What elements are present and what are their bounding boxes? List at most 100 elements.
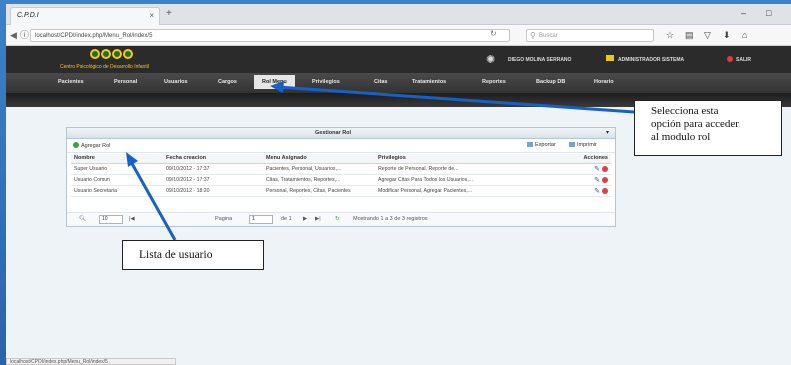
cell-nombre: Usuario Secretaria xyxy=(71,185,163,197)
cell-acciones: ✎ xyxy=(535,185,611,197)
back-arrow-icon[interactable]: ◀ xyxy=(10,29,17,41)
column-header-privilegios[interactable]: Privilegios xyxy=(375,154,535,164)
table-row[interactable]: Super Usuario 09/10/2012 - 17:37 Pacient… xyxy=(71,163,611,175)
menu-item-personal[interactable]: Personal xyxy=(114,79,137,85)
tab-title: C.P.D.I xyxy=(17,12,39,19)
add-role-label: Agregar Rol xyxy=(81,143,111,149)
callout-user-list: Lista de usuario xyxy=(122,240,264,270)
user-name-link[interactable]: DIEGO MOLINA SERRANO xyxy=(508,57,571,63)
search-input[interactable]: ⚲ Buscar xyxy=(526,29,654,42)
cell-privilegios: Modificar Personal, Agregar Pacientes,..… xyxy=(375,185,535,197)
pocket-icon[interactable]: ▽ xyxy=(704,30,711,41)
menu-item-backup-db[interactable]: Backup DB xyxy=(536,79,565,85)
cell-menu: Pacientes, Personal, Usuarios,... xyxy=(263,163,375,175)
cell-menu: Citas, Tratamientos, Reportes,... xyxy=(263,174,375,186)
exit-button[interactable]: SALIR xyxy=(736,57,751,63)
table-header-row: Nombre Fecha creacion Menu Asignado Priv… xyxy=(71,154,611,164)
exit-icon xyxy=(727,56,733,62)
navigation-bar: ◀ ⓘ localhost/CPDI/index.php/Menu_Rol/in… xyxy=(6,25,791,46)
role-folder-icon xyxy=(606,55,614,61)
user-role-link[interactable]: ADMINISTRADOR SISTEMA xyxy=(618,57,684,63)
tab-bar: C.P.D.I × + – □ xyxy=(6,4,791,25)
download-icon[interactable]: ⬇ xyxy=(723,30,731,41)
callout-rol-line: Selecciona esta xyxy=(651,105,719,117)
records-summary: Mostrando 1 a 3 de 3 registros xyxy=(353,216,428,222)
column-header-menu[interactable]: Menu Asignado xyxy=(263,154,375,164)
settings-gear-icon[interactable]: ✺ xyxy=(486,53,495,66)
last-page-icon[interactable]: ▶| xyxy=(315,216,321,222)
site-info-icon[interactable]: ⓘ xyxy=(20,29,29,41)
cell-fecha: 09/10/2012 - 17:37 xyxy=(163,174,263,186)
menu-item-pacientes[interactable]: Pacientes xyxy=(58,79,84,85)
main-menu: Pacientes Personal Usuarios Cargos Rol M… xyxy=(6,73,791,93)
app-header: Centro Psicológico de Desarrollo Infanti… xyxy=(6,46,791,73)
export-label: Exportar xyxy=(535,142,556,148)
menu-item-tratamientos[interactable]: Tratamientos xyxy=(412,79,446,85)
refresh-icon[interactable]: 🔍︎ xyxy=(79,216,86,222)
browser-window: C.P.D.I × + – □ ◀ ⓘ localhost/CPDI/index… xyxy=(6,4,791,365)
cell-acciones: ✎ xyxy=(535,174,611,186)
status-url: localhost/CPDI/index.php/Menu_Rol/index/… xyxy=(10,359,108,365)
menu-item-usuarios[interactable]: Usuarios xyxy=(164,79,188,85)
desktop-frame: C.P.D.I × + – □ ◀ ⓘ localhost/CPDI/index… xyxy=(0,0,791,365)
cell-nombre: Super Usuario xyxy=(71,163,163,175)
export-icon xyxy=(527,142,533,147)
column-header-acciones: Acciones xyxy=(535,154,611,164)
first-page-icon[interactable]: |◀ xyxy=(129,216,135,222)
cell-nombre: Usuario Comun xyxy=(71,174,163,186)
delete-icon[interactable] xyxy=(602,165,608,172)
cell-privilegios: Reporte de Personal, Reporte de... xyxy=(375,163,535,175)
cell-privilegios: Agregar Citas Para Todos los Usuarios,..… xyxy=(375,174,535,186)
minimize-button[interactable]: – xyxy=(741,8,746,18)
delete-icon[interactable] xyxy=(602,176,608,183)
home-icon[interactable]: ⌂ xyxy=(742,30,747,40)
menu-item-cargos[interactable]: Cargos xyxy=(218,79,237,85)
export-button[interactable]: Exportar xyxy=(527,142,556,148)
library-icon[interactable]: ▤ xyxy=(685,30,694,41)
bookmark-star-icon[interactable]: ☆ xyxy=(666,30,674,41)
reload-icon[interactable]: ↻ xyxy=(490,29,497,38)
add-role-button[interactable]: Agregar Rol xyxy=(73,142,110,149)
table-row[interactable]: Usuario Secretaria 09/10/2012 - 18:20 Pe… xyxy=(71,185,611,197)
url-text: localhost/CPDI/index.php/Menu_Rol/index/… xyxy=(35,33,153,39)
new-tab-button[interactable]: + xyxy=(166,9,172,19)
menu-item-citas[interactable]: Citas xyxy=(374,79,387,85)
add-icon xyxy=(73,142,79,148)
delete-icon[interactable] xyxy=(602,187,608,194)
panel-header: Gestionar Rol ▾ xyxy=(67,128,615,139)
maximize-button[interactable]: □ xyxy=(766,8,771,18)
callout-rol-line: opción para acceder xyxy=(651,118,739,130)
panel-title: Gestionar Rol xyxy=(315,130,352,136)
edit-pencil-icon[interactable]: ✎ xyxy=(594,187,600,195)
edit-pencil-icon[interactable]: ✎ xyxy=(594,165,600,173)
print-label: Imprimir xyxy=(577,142,597,148)
callout-rol-menu: Selecciona esta opción para acceder al m… xyxy=(634,100,782,156)
close-tab-icon[interactable]: × xyxy=(149,11,154,20)
callout-rol-line: al modulo rol xyxy=(651,131,711,143)
menu-item-horario[interactable]: Horario xyxy=(594,79,614,85)
page-number-input[interactable]: 1 xyxy=(249,215,273,224)
reload-grid-icon[interactable]: ↻ xyxy=(335,216,340,222)
page-size-select[interactable]: 10 xyxy=(99,215,123,224)
search-placeholder: Buscar xyxy=(539,33,558,39)
page-of-label: de 1 xyxy=(281,216,292,222)
menu-item-privilegios[interactable]: Privilegios xyxy=(312,79,340,85)
manage-role-panel: Gestionar Rol ▾ Agregar Rol Exportar Imp… xyxy=(66,127,616,227)
menu-item-rol-menu[interactable]: Rol Menu xyxy=(254,75,295,89)
address-bar[interactable]: localhost/CPDI/index.php/Menu_Rol/index/… xyxy=(30,29,510,42)
print-icon xyxy=(569,142,575,147)
print-button[interactable]: Imprimir xyxy=(569,142,597,148)
column-header-fecha[interactable]: Fecha creacion xyxy=(163,154,263,164)
menu-item-reportes[interactable]: Reportes xyxy=(482,79,506,85)
pagination-bar: 🔍︎ 10 |◀ Pagina 1 de 1 ▶ ▶| ↻ Mostrando … xyxy=(67,212,615,226)
cell-acciones: ✎ xyxy=(535,163,611,175)
browser-tab[interactable]: C.P.D.I × xyxy=(10,7,160,25)
status-bar: localhost/CPDI/index.php/Menu_Rol/index/… xyxy=(6,358,176,365)
table-row[interactable]: Usuario Comun 09/10/2012 - 17:37 Citas, … xyxy=(71,174,611,186)
collapse-icon[interactable]: ▾ xyxy=(606,129,609,136)
column-header-nombre[interactable]: Nombre xyxy=(71,154,163,164)
next-page-icon[interactable]: ▶ xyxy=(303,216,307,222)
logo-subtitle: Centro Psicológico de Desarrollo Infanti… xyxy=(60,64,149,70)
edit-pencil-icon[interactable]: ✎ xyxy=(594,176,600,184)
search-icon: ⚲ xyxy=(530,31,536,40)
